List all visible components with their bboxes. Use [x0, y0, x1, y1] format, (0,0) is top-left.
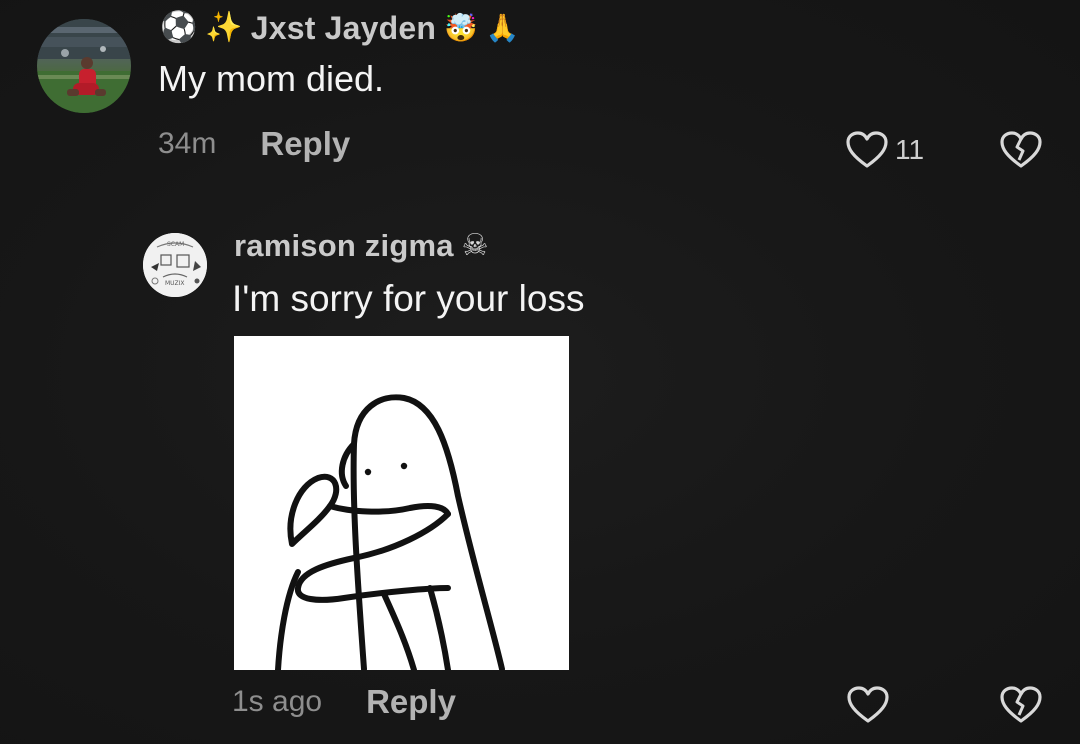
- avatar[interactable]: [37, 19, 131, 113]
- broken-heart-icon: [1000, 131, 1042, 168]
- exploding-head-icon: 🤯: [444, 12, 478, 44]
- svg-text:MUZIX: MUZIX: [165, 280, 184, 287]
- reply-button[interactable]: Reply: [260, 125, 350, 163]
- comment-header: ⚽ ✨ Jxst Jayden 🤯 🙏: [160, 6, 519, 50]
- comment-meta: 1s ago Reply: [232, 683, 456, 721]
- heart-icon: [847, 686, 889, 723]
- comment-header: ramison zigma ☠: [234, 224, 489, 268]
- username[interactable]: Jxst Jayden: [251, 10, 436, 47]
- timestamp: 34m: [158, 127, 217, 160]
- comment-meta: 34m Reply: [158, 125, 350, 163]
- sticker-image[interactable]: [234, 336, 569, 670]
- like-count: 11: [895, 134, 925, 165]
- avatar-sketch: SCAM MUZIX: [143, 233, 207, 297]
- folded-hands-icon: 🙏: [485, 12, 520, 44]
- dizzy-star-icon: ✨: [205, 10, 243, 45]
- svg-text:SCAM: SCAM: [167, 241, 184, 248]
- username[interactable]: ramison zigma: [234, 228, 454, 264]
- reply-button[interactable]: Reply: [366, 683, 456, 721]
- skull-and-crossbones-icon: ☠: [461, 228, 489, 263]
- dislike-button[interactable]: [998, 130, 1044, 170]
- broken-heart-icon: [1000, 686, 1042, 723]
- avatar-photo: [37, 19, 131, 113]
- dislike-button[interactable]: [998, 685, 1044, 725]
- comment-text: I'm sorry for your loss: [232, 278, 585, 319]
- like-button[interactable]: [846, 685, 890, 725]
- soccer-ball-icon: ⚽: [160, 10, 198, 45]
- like-button[interactable]: 11: [845, 130, 924, 170]
- comment-thread: ⚽ ✨ Jxst Jayden 🤯 🙏 My mom died. 34m Rep…: [0, 0, 1080, 744]
- comment-text: My mom died.: [158, 58, 385, 99]
- heart-icon: [846, 131, 888, 168]
- sad-blob-hugging-sticker: [234, 336, 569, 670]
- timestamp: 1s ago: [232, 685, 323, 718]
- avatar[interactable]: SCAM MUZIX: [143, 233, 207, 297]
